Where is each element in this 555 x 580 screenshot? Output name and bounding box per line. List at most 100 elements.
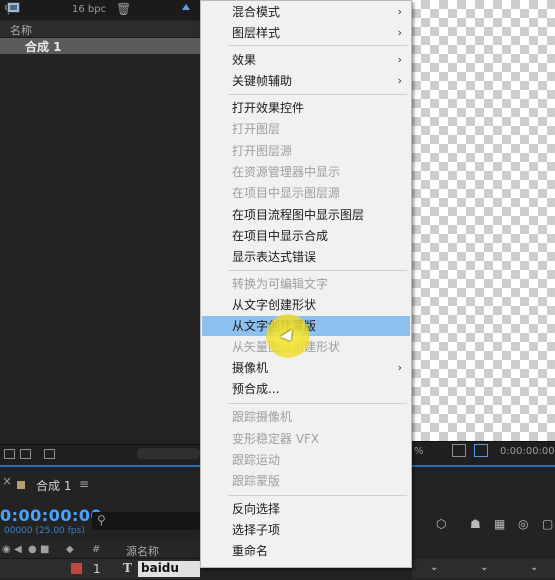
- trash-icon[interactable]: 🗑: [116, 2, 131, 16]
- frame-blend-icon[interactable]: ▦: [494, 517, 508, 531]
- menu-label: 跟踪运动: [232, 453, 281, 467]
- column-name-label: 名称: [10, 24, 32, 37]
- menu-item-layer-styles[interactable]: 图层样式 ›: [202, 23, 410, 43]
- menu-label: 在资源管理器中显示: [232, 165, 341, 179]
- menu-item-track-mask: 跟踪蒙版: [202, 471, 410, 491]
- menu-item-open-effect-controls[interactable]: 打开效果控件: [202, 98, 410, 118]
- timeline-search-input[interactable]: [92, 512, 200, 530]
- menu-separator: [228, 94, 407, 95]
- shy-icon[interactable]: ☗: [470, 517, 484, 531]
- composition-viewer[interactable]: [412, 0, 555, 441]
- audio-icon[interactable]: ◀: [14, 544, 22, 555]
- menu-label: 跟踪蒙版: [232, 474, 281, 488]
- new-folder-icon[interactable]: [20, 449, 31, 459]
- menu-separator: [228, 45, 407, 46]
- menu-item-warp-stabilizer: 变形稳定器 VFX: [202, 429, 410, 449]
- menu-item-select-children[interactable]: 选择子项: [202, 520, 410, 540]
- draft-3d-icon[interactable]: ⬡: [436, 517, 450, 531]
- chevron-down-icon[interactable]: ⌄: [480, 562, 488, 573]
- current-time-display[interactable]: 0:00:00:00: [0, 506, 102, 525]
- menu-item-show-expression-errors[interactable]: 显示表达式错误: [202, 247, 410, 267]
- menu-item-create-shapes-from-text[interactable]: 从文字创建形状: [202, 295, 410, 315]
- menu-label: 选择子项: [232, 523, 281, 537]
- menu-label: 在项目流程图中显示图层: [232, 208, 365, 222]
- grid-guides-icon[interactable]: [452, 444, 466, 457]
- menu-item-rename[interactable]: 重命名: [202, 541, 410, 561]
- menu-label: 在项目中显示图层源: [232, 186, 341, 200]
- composition-icon: [7, 2, 20, 13]
- interpret-footage-icon[interactable]: [4, 449, 15, 459]
- lock-icon[interactable]: ■: [40, 544, 49, 555]
- chevron-right-icon: ›: [397, 5, 402, 18]
- menu-item-effect[interactable]: 效果 ›: [202, 50, 410, 70]
- solo-icon[interactable]: ●: [28, 544, 37, 555]
- menu-item-open-layer: 打开图层: [202, 119, 410, 139]
- chevron-down-icon[interactable]: ⌄: [530, 562, 538, 573]
- menu-label: 打开效果控件: [232, 101, 305, 115]
- menu-label: 关键帧辅助: [232, 74, 293, 88]
- menu-item-reveal-layer-source: 在项目中显示图层源: [202, 183, 410, 203]
- frame-rate-label: 00000 (25.00 fps): [4, 526, 85, 536]
- layer-number: 1: [93, 562, 101, 576]
- project-item-comp[interactable]: 合成 1: [0, 38, 200, 54]
- menu-label: 反向选择: [232, 502, 281, 516]
- panel-menu-icon[interactable]: ≡: [79, 477, 89, 491]
- chevron-right-icon: ›: [397, 26, 402, 39]
- menu-label: 打开图层: [232, 122, 281, 136]
- menu-label: 图层样式: [232, 26, 281, 40]
- bit-depth-button[interactable]: 16 bpc: [72, 4, 106, 15]
- new-composition-icon[interactable]: [44, 449, 55, 459]
- menu-label: 从文字创建形状: [232, 298, 317, 312]
- search-icon: ⚲: [97, 513, 106, 527]
- menu-item-convert-editable-text: 转换为可编辑文字: [202, 274, 410, 294]
- menu-label: 打开图层源: [232, 144, 293, 158]
- menu-label: 混合模式: [232, 5, 281, 19]
- project-panel: [0, 0, 200, 440]
- menu-label: 预合成...: [232, 382, 280, 396]
- menu-label: 变形稳定器 VFX: [232, 432, 320, 446]
- comp-label-color: [17, 481, 25, 489]
- menu-item-track-camera: 跟踪摄像机: [202, 407, 410, 427]
- menu-separator: [228, 495, 407, 496]
- menu-label: 重命名: [232, 544, 269, 558]
- project-item-label: 合成 1: [25, 40, 62, 54]
- motion-blur-icon[interactable]: ◎: [518, 517, 532, 531]
- menu-label: 摄像机: [232, 361, 269, 375]
- menu-item-track-motion: 跟踪运动: [202, 450, 410, 470]
- layer-number-column[interactable]: #: [92, 544, 100, 555]
- mask-visibility-icon[interactable]: [474, 444, 488, 457]
- source-name-column[interactable]: 源名称: [126, 543, 159, 559]
- timeline-tab-comp[interactable]: 合成 1: [36, 477, 71, 494]
- menu-separator: [228, 270, 407, 271]
- layer-name: baidu: [141, 561, 179, 575]
- chevron-down-icon[interactable]: ⌄: [430, 562, 438, 573]
- text-layer-icon: T: [123, 561, 132, 575]
- graph-editor-icon[interactable]: ▢: [542, 517, 555, 531]
- label-tag-icon[interactable]: ◆: [66, 544, 74, 555]
- layer-context-menu: 混合模式 › 图层样式 › 效果 › 关键帧辅助 › 打开效果控件 打开图层 打开图层源…: [200, 0, 412, 568]
- chevron-right-icon: ›: [397, 361, 402, 374]
- menu-separator: [228, 403, 407, 404]
- menu-item-open-layer-source: 打开图层源: [202, 141, 410, 161]
- menu-label: 跟踪摄像机: [232, 410, 293, 424]
- menu-item-invert-selection[interactable]: 反向选择: [202, 499, 410, 519]
- menu-item-keyframe-assistant[interactable]: 关键帧辅助 ›: [202, 71, 410, 91]
- project-scrollbar[interactable]: [137, 448, 200, 459]
- visibility-icon[interactable]: ◉: [2, 544, 11, 555]
- project-column-header[interactable]: 名称: [0, 21, 200, 38]
- menu-item-reveal-in-explorer: 在资源管理器中显示: [202, 162, 410, 182]
- menu-item-blend-mode[interactable]: 混合模式 ›: [202, 2, 410, 22]
- viewer-current-time[interactable]: 0:00:00:00: [500, 446, 555, 457]
- layer-label-color[interactable]: [71, 563, 82, 574]
- viewer-zoom[interactable]: %: [414, 446, 424, 457]
- menu-label: 转换为可编辑文字: [232, 277, 329, 291]
- menu-item-reveal-in-flowchart[interactable]: 在项目流程图中显示图层: [202, 205, 410, 225]
- close-tab-icon[interactable]: ×: [2, 474, 12, 488]
- menu-label: 效果: [232, 53, 257, 67]
- sort-ascending-icon[interactable]: [182, 4, 190, 10]
- menu-label: 在项目中显示合成: [232, 229, 329, 243]
- menu-item-precompose[interactable]: 预合成...: [202, 379, 410, 399]
- menu-label: 显示表达式错误: [232, 250, 317, 264]
- menu-item-reveal-composition[interactable]: 在项目中显示合成: [202, 226, 410, 246]
- menu-item-camera[interactable]: 摄像机 ›: [202, 358, 410, 378]
